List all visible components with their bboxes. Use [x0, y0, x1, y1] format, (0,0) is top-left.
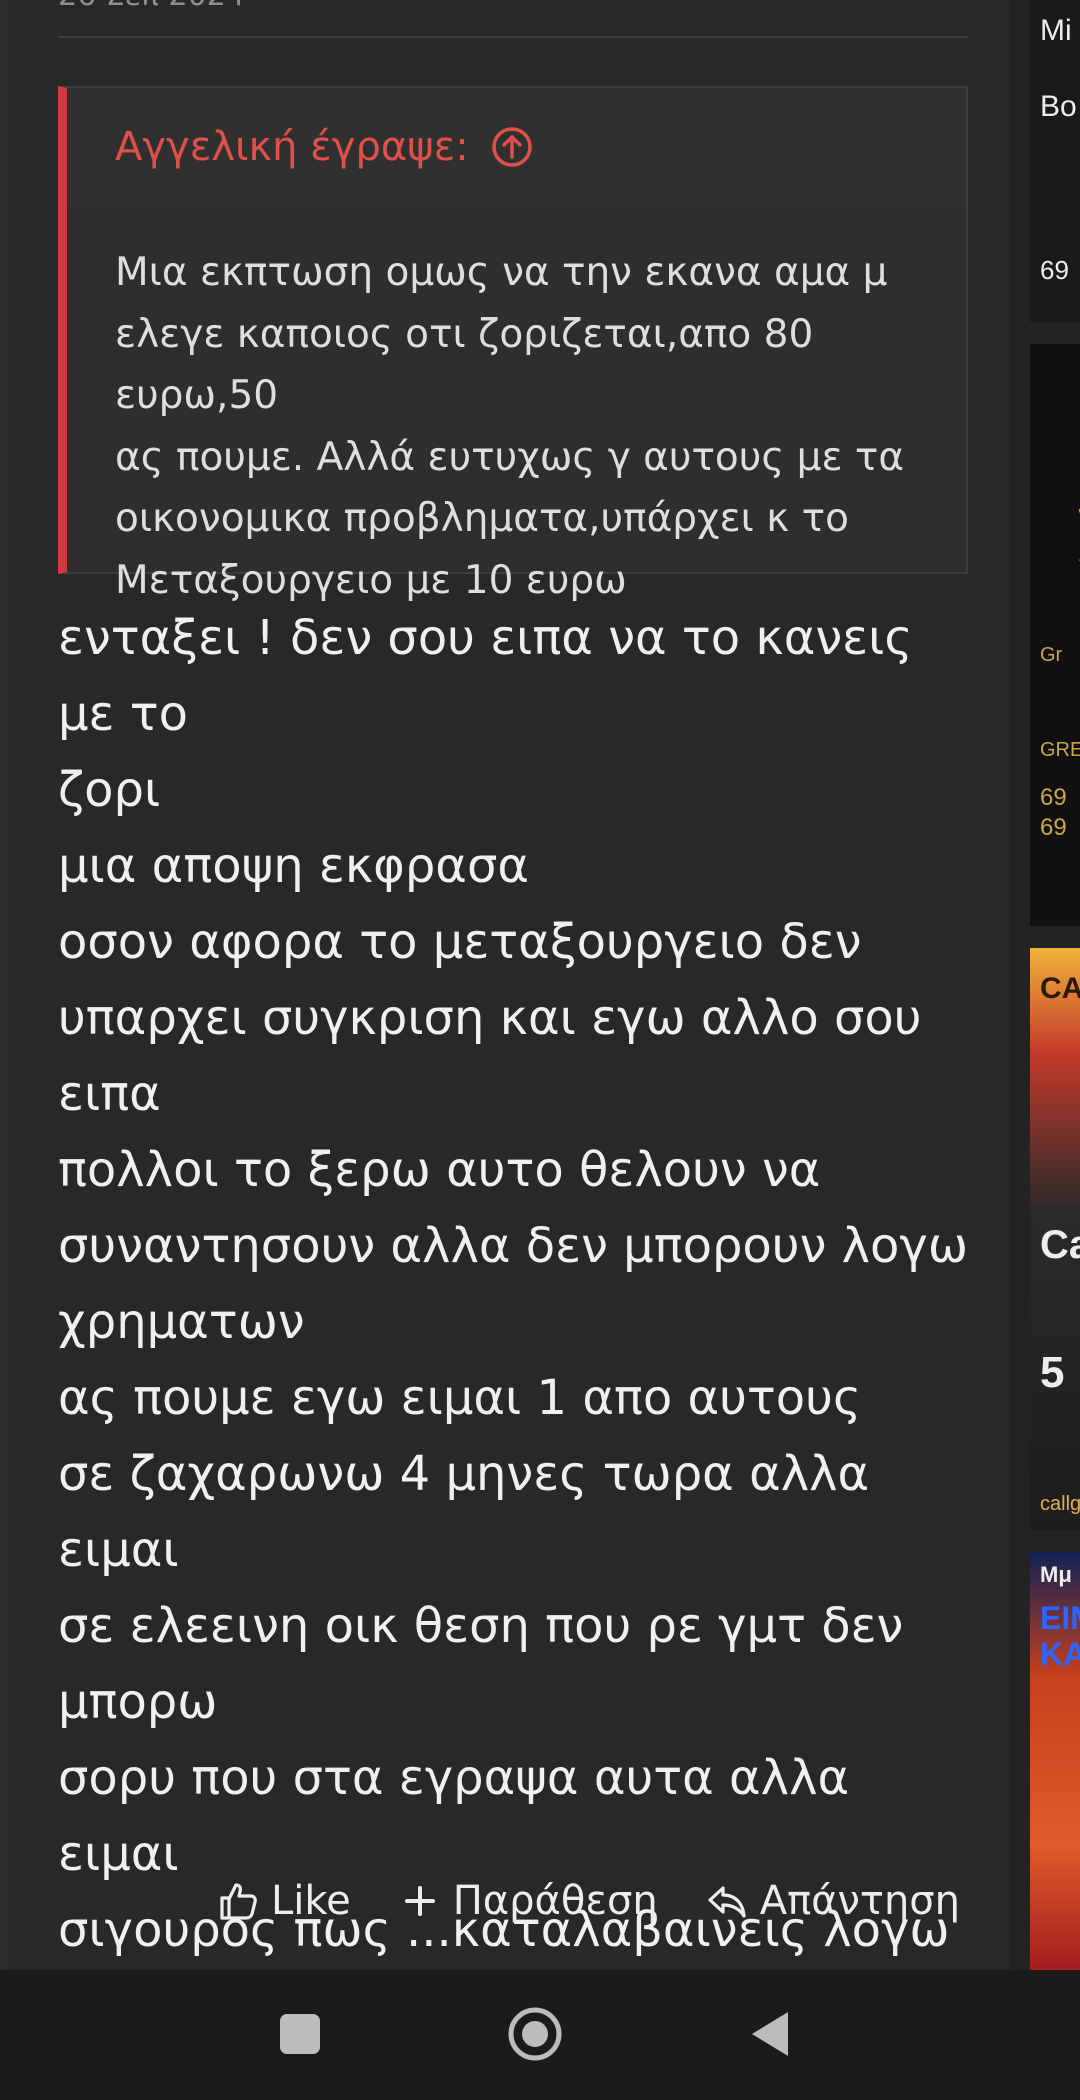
forum-post: 26 Σεπ 2024 Αγγελική έγραψε: Μια εκπτωση…	[8, 0, 1010, 2034]
ad-text: Gr	[1040, 644, 1063, 666]
sidebar-ad-2[interactable]: Gr GREE 69 69	[1030, 344, 1080, 926]
ad-text: Mi	[1040, 14, 1072, 47]
reply-arrow-icon	[708, 1886, 746, 1918]
left-edge-strip	[0, 0, 8, 1970]
ad-text: CA	[1040, 972, 1080, 1005]
reply-button[interactable]: Απάντηση	[706, 1878, 960, 1924]
circle-icon[interactable]	[503, 2002, 567, 2066]
ad-text: Mμ	[1040, 1562, 1072, 1587]
thumbs-up-icon	[220, 1883, 257, 1920]
quote-text: Μια εκπτωση ομως να την εκανα αμα μ ελεγ…	[115, 250, 905, 603]
ad-text: EIM	[1040, 1600, 1080, 1636]
ad-text: 69	[1040, 814, 1067, 841]
ad-text: Ca	[1040, 1223, 1080, 1267]
ad-text: 69	[1040, 255, 1069, 285]
quote-header: Αγγελική έγραψε:	[67, 88, 966, 206]
plus-icon	[404, 1886, 435, 1916]
sidebar-ad-1[interactable]: Mi Bo 69	[1030, 0, 1080, 322]
quote-button[interactable]: Παράθεση	[399, 1878, 658, 1924]
post-actions: Like Παράθεση Απάντηση	[217, 1878, 960, 1924]
ad-text: 5	[1040, 1348, 1065, 1397]
ad-text: Bo	[1040, 90, 1077, 123]
system-nav-bar	[0, 1970, 1080, 2100]
star-icon	[1078, 509, 1080, 561]
circle-arrow-up-icon[interactable]	[491, 126, 533, 168]
like-button[interactable]: Like	[217, 1878, 351, 1924]
ad-text: KA	[1040, 1636, 1080, 1672]
post-message: ενταξει ! δεν σου ειπα να το κανεις με τ…	[58, 610, 969, 2034]
reply-label: Απάντηση	[759, 1878, 960, 1924]
quote-block: Αγγελική έγραψε: Μια εκπτωση ομως να την…	[58, 86, 968, 603]
post-date: 26 Σεπ 2024	[58, 0, 245, 13]
ad-text: callg	[1040, 1493, 1080, 1515]
square-icon[interactable]	[268, 2002, 332, 2066]
sidebar-ad-4[interactable]: Mμ EIM KA	[1030, 1552, 1080, 1970]
ad-text: 69	[1040, 784, 1067, 811]
date-divider	[58, 36, 968, 38]
triangle-back-icon[interactable]	[738, 2002, 802, 2066]
quote-author[interactable]: Αγγελική έγραψε:	[115, 124, 469, 170]
ad-text: GREE	[1040, 739, 1080, 761]
quote-label: Παράθεση	[452, 1878, 658, 1924]
like-label: Like	[270, 1878, 351, 1924]
sidebar-ad-3[interactable]: CA Ca 5 callg	[1030, 948, 1080, 1530]
